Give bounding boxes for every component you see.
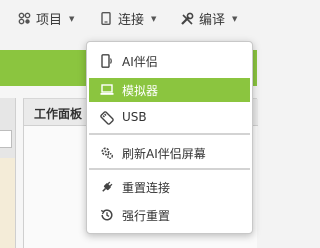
menu-divider <box>89 168 250 170</box>
left-panel-content <box>0 158 15 248</box>
caret-down-icon: ▼ <box>69 14 75 23</box>
menu-build[interactable]: 编译 ▼ <box>180 0 237 37</box>
caret-down-icon: ▼ <box>232 14 238 23</box>
menu-item-force-reset[interactable]: 强行重置 <box>89 203 250 227</box>
menu-item-label: 重置连接 <box>122 181 171 195</box>
menu-item-emulator[interactable]: 模拟器 <box>89 78 250 102</box>
caret-down-icon: ▼ <box>151 14 157 23</box>
left-panel <box>0 98 16 248</box>
usb-icon <box>100 111 114 125</box>
phone-icon <box>100 54 114 68</box>
menu-item-label: 刷新AI伴侣屏幕 <box>122 147 206 161</box>
gear-refresh-icon <box>100 146 114 160</box>
menu-item-ai-companion[interactable]: AI伴侣 <box>89 49 250 73</box>
top-menubar: 项目 ▼ 连接 ▼ 编译 ▼ <box>0 0 257 37</box>
menu-connect[interactable]: 连接 ▼ <box>99 0 156 37</box>
left-panel-input[interactable] <box>0 130 12 148</box>
menu-project[interactable]: 项目 ▼ <box>17 0 74 37</box>
menu-item-label: 模拟器 <box>122 84 159 98</box>
menu-divider <box>89 133 250 135</box>
laptop-icon <box>100 83 114 97</box>
menu-connect-label: 连接 <box>118 13 145 28</box>
menu-build-label: 编译 <box>199 13 226 28</box>
menu-item-label: USB <box>122 110 147 124</box>
menu-item-usb[interactable]: USB <box>89 106 250 130</box>
menu-item-refresh-companion[interactable]: 刷新AI伴侣屏幕 <box>89 141 250 165</box>
connect-dropdown-menu: AI伴侣 模拟器 USB 刷新AI伴侣屏幕 重置连接 强行重置 <box>86 41 253 234</box>
plug-icon <box>100 180 114 194</box>
menu-project-label: 项目 <box>36 13 63 28</box>
history-icon <box>100 208 114 222</box>
workspace-panel-title: 工作面板 <box>34 107 83 121</box>
menu-item-reset-connection[interactable]: 重置连接 <box>89 175 250 199</box>
mobile-icon <box>99 12 113 26</box>
menu-item-label: 强行重置 <box>122 209 171 223</box>
tools-icon <box>180 12 194 26</box>
puzzle-icon <box>17 12 31 26</box>
menu-item-label: AI伴侣 <box>122 55 158 69</box>
